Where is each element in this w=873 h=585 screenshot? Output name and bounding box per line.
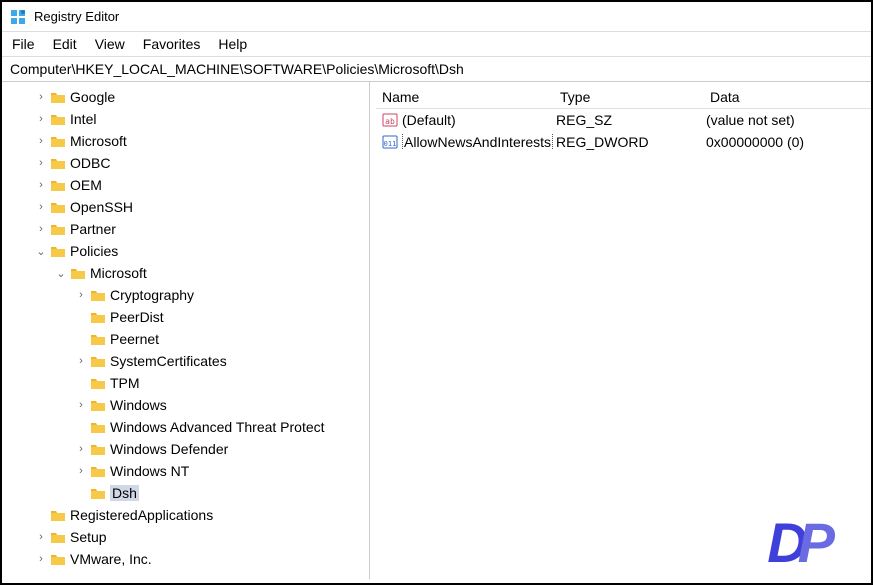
menu-file[interactable]: File [12,36,35,52]
col-data[interactable]: Data [704,86,871,108]
folder-icon [50,222,66,236]
tree-item-partner[interactable]: ›Partner [6,218,369,240]
value-name: AllowNewsAndInterests [402,134,556,150]
folder-icon [90,376,106,390]
tree-item-peernet[interactable]: ›Peernet [6,328,369,350]
tree-item-registeredapplications[interactable]: ›RegisteredApplications [6,504,369,526]
tree-item-tpm[interactable]: ›TPM [6,372,369,394]
tree-item-cryptography[interactable]: ›Cryptography [6,284,369,306]
tree-item-defender[interactable]: ›Windows Defender [6,438,369,460]
folder-icon [50,90,66,104]
tree-item-openssh[interactable]: ›OpenSSH [6,196,369,218]
regedit-app-icon [10,9,26,25]
folder-icon [90,310,106,324]
value-data: 0x00000000 (0) [706,134,871,150]
svg-text:011: 011 [384,140,397,148]
tree-pane[interactable]: ›Google ›Intel ›Microsoft ›ODBC ›OEM ›Op… [2,82,370,579]
window-title: Registry Editor [34,9,119,24]
folder-icon [50,134,66,148]
tree-item-policies-microsoft[interactable]: ⌄Microsoft [6,262,369,284]
svg-text:ab: ab [385,117,395,126]
folder-icon [50,244,66,258]
menu-view[interactable]: View [95,36,125,52]
values-header: Name Type Data [376,86,871,109]
reg-sz-icon: ab [382,112,398,128]
tree-item-microsoft[interactable]: ›Microsoft [6,130,369,152]
folder-icon [50,530,66,544]
tree-item-windows-nt[interactable]: ›Windows NT [6,460,369,482]
folder-icon [90,420,106,434]
folder-icon [90,442,106,456]
folder-icon [90,288,106,302]
col-name[interactable]: Name [376,86,554,108]
tree-item-peerdist[interactable]: ›PeerDist [6,306,369,328]
reg-dword-icon: 011 [382,134,398,150]
tree-item-intel[interactable]: ›Intel [6,108,369,130]
tree-item-policies[interactable]: ⌄Policies [6,240,369,262]
tree-item-watp[interactable]: ›Windows Advanced Threat Protect [6,416,369,438]
tree-item-systemcertificates[interactable]: ›SystemCertificates [6,350,369,372]
tree-item-setup[interactable]: ›Setup [6,526,369,548]
folder-icon [50,552,66,566]
value-row-default[interactable]: ab (Default) REG_SZ (value not set) [376,109,871,131]
tree-item-vmware[interactable]: ›VMware, Inc. [6,548,369,570]
menu-favorites[interactable]: Favorites [143,36,201,52]
menu-bar: File Edit View Favorites Help [2,32,871,57]
value-name: (Default) [402,112,556,128]
col-type[interactable]: Type [554,86,704,108]
folder-icon [50,200,66,214]
value-data: (value not set) [706,112,871,128]
folder-icon [50,178,66,192]
folder-icon [50,156,66,170]
values-pane: Name Type Data ab (Default) REG_SZ (valu… [370,82,871,579]
title-bar: Registry Editor [2,2,871,32]
folder-icon [50,508,66,522]
folder-icon [90,398,106,412]
tree-item-dsh[interactable]: ›Dsh [6,482,369,504]
tree-item-google[interactable]: ›Google [6,86,369,108]
menu-help[interactable]: Help [218,36,247,52]
menu-edit[interactable]: Edit [53,36,77,52]
tree-item-oem[interactable]: ›OEM [6,174,369,196]
folder-icon [50,112,66,126]
folder-icon [90,486,106,500]
value-type: REG_SZ [556,112,706,128]
value-type: REG_DWORD [556,134,706,150]
folder-icon [90,332,106,346]
folder-icon [90,464,106,478]
folder-icon [90,354,106,368]
tree-item-odbc[interactable]: ›ODBC [6,152,369,174]
address-bar[interactable]: Computer\HKEY_LOCAL_MACHINE\SOFTWARE\Pol… [2,57,871,82]
folder-icon [70,266,86,280]
main-split: ›Google ›Intel ›Microsoft ›ODBC ›OEM ›Op… [2,82,871,579]
tree-item-windows[interactable]: ›Windows [6,394,369,416]
value-row-allownews[interactable]: 011 AllowNewsAndInterests REG_DWORD 0x00… [376,131,871,153]
